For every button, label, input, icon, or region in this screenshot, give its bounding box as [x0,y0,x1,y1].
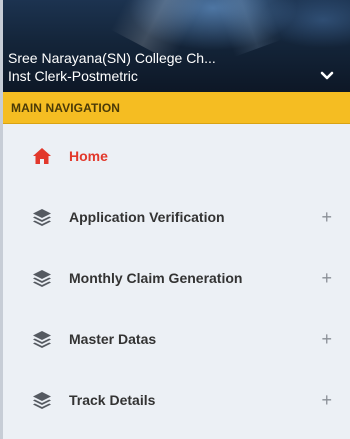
sidebar-item-label: Master Datas [69,330,157,347]
sidebar-item-home[interactable]: Home [3,125,350,186]
user-institution-name: Sree Narayana(SN) College Ch... [8,50,216,66]
sidebar-item-label: Home [69,147,108,164]
sidebar-item-label: Track Details [69,391,156,408]
sidebar-item-application-verification[interactable]: Application Verification + [3,186,350,247]
layers-icon [31,267,53,289]
expand-plus-icon[interactable]: + [321,390,332,410]
sidebar-item-label: Application Verification [69,208,225,225]
expand-plus-icon[interactable]: + [321,207,332,227]
layers-icon [31,206,53,228]
expand-plus-icon[interactable]: + [321,268,332,288]
user-menu-toggle[interactable] [318,68,336,84]
chevron-down-icon [320,71,334,80]
banner-decoration [214,0,282,57]
layers-icon [31,328,53,350]
sidebar-item-master-datas[interactable]: Master Datas + [3,308,350,369]
sidebar-item-track-details[interactable]: Track Details + [3,369,350,430]
sidebar-menu: Home Application Verification + Monthly … [3,125,350,430]
layers-icon [31,389,53,411]
sidebar-item-label: Monthly Claim Generation [69,269,243,286]
main-navigation-header: MAIN NAVIGATION [3,92,350,124]
home-icon [31,145,53,167]
sidebar-item-monthly-claim-generation[interactable]: Monthly Claim Generation + [3,247,350,308]
expand-plus-icon[interactable]: + [321,329,332,349]
user-panel: Sree Narayana(SN) College Ch... Inst Cle… [3,0,350,92]
user-role: Inst Clerk-Postmetric [8,68,138,84]
